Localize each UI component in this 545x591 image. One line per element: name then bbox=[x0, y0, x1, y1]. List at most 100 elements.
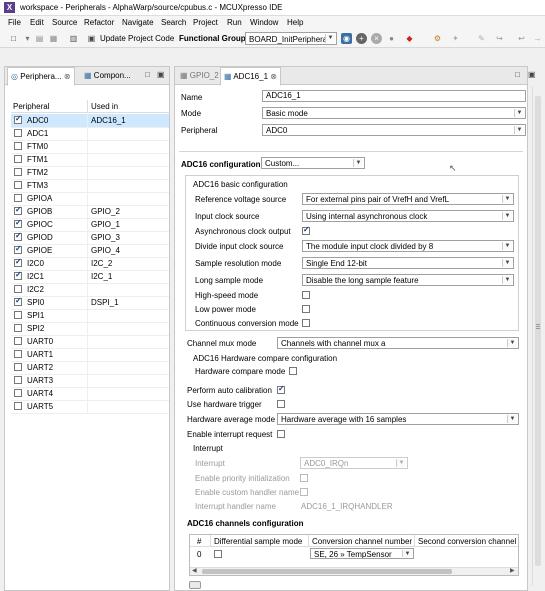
hw-trigger-checkbox[interactable] bbox=[277, 400, 285, 408]
col-conversion-channel[interactable]: Conversion channel number bbox=[312, 537, 412, 546]
table-row[interactable]: FTM2 bbox=[11, 166, 169, 180]
ref-voltage-select[interactable]: For external pins pair of VrefH and Vref… bbox=[302, 193, 514, 205]
conversion-channel-select[interactable]: SE, 26 » TempSensor ▼ bbox=[310, 548, 414, 559]
pencil-icon[interactable]: ✎ bbox=[476, 33, 487, 44]
save-icon[interactable]: ▤ bbox=[34, 33, 45, 44]
pin-icon[interactable]: ◉ bbox=[341, 33, 352, 44]
name-input[interactable]: ADC16_1 bbox=[262, 90, 526, 102]
irq-checkbox[interactable] bbox=[277, 430, 285, 438]
peripheral-checkbox[interactable] bbox=[14, 205, 22, 215]
table-row[interactable]: SPI1 bbox=[11, 309, 169, 323]
peripheral-checkbox[interactable] bbox=[14, 285, 22, 293]
menu-run[interactable]: Run bbox=[227, 18, 242, 27]
debug-icon[interactable]: ◆ bbox=[404, 33, 415, 44]
menu-help[interactable]: Help bbox=[287, 18, 303, 27]
peripheral-checkbox[interactable] bbox=[14, 389, 22, 397]
col-used-in[interactable]: Used in bbox=[91, 102, 118, 111]
scroll-left-icon[interactable]: ◀ bbox=[192, 567, 197, 574]
peripheral-checkbox[interactable] bbox=[14, 376, 22, 384]
table-row[interactable]: SPI0 DSPI_1 bbox=[11, 296, 169, 310]
table-row[interactable]: SPI2 bbox=[11, 322, 169, 336]
peripheral-checkbox[interactable] bbox=[14, 218, 22, 228]
tab-gpio[interactable]: ▦ GPIO_2 bbox=[177, 67, 222, 84]
peripheral-checkbox[interactable] bbox=[14, 114, 22, 124]
peripheral-select[interactable]: ADC0 ▼ bbox=[262, 124, 526, 136]
table-row[interactable]: FTM1 bbox=[11, 153, 169, 167]
async-clock-checkbox[interactable] bbox=[302, 225, 310, 235]
interrupt-select[interactable]: ADC0_IRQn ▼ bbox=[300, 457, 408, 469]
adc16-config-select[interactable]: Custom... ▼ bbox=[261, 157, 365, 169]
peripheral-checkbox[interactable] bbox=[14, 402, 22, 410]
peripheral-checkbox[interactable] bbox=[14, 231, 22, 241]
save-all-icon[interactable]: ▦ bbox=[48, 33, 59, 44]
col-differential[interactable]: Differential sample mode bbox=[214, 537, 302, 546]
forward-icon[interactable]: → bbox=[532, 33, 543, 44]
col-second-channel[interactable]: Second conversion channel n bbox=[418, 537, 517, 546]
table-row[interactable]: UART4 bbox=[11, 387, 169, 401]
peripheral-checkbox[interactable] bbox=[14, 129, 22, 137]
peripheral-checkbox[interactable] bbox=[14, 142, 22, 150]
scroll-right-icon[interactable]: ▶ bbox=[510, 567, 515, 574]
close-icon[interactable]: ⊗ bbox=[64, 72, 71, 81]
peripheral-checkbox[interactable] bbox=[14, 244, 22, 254]
hw-average-select[interactable]: Hardware average with 16 samples ▼ bbox=[277, 413, 519, 425]
horizontal-scrollbar[interactable]: ◀ ▶ bbox=[190, 567, 518, 575]
peripheral-checkbox[interactable] bbox=[14, 168, 22, 176]
update-project-code-button[interactable]: Update Project Code bbox=[100, 34, 174, 43]
table-row[interactable]: UART0 bbox=[11, 335, 169, 349]
table-row[interactable]: UART2 bbox=[11, 361, 169, 375]
table-row[interactable]: UART1 bbox=[11, 348, 169, 362]
minimize-icon[interactable]: □ bbox=[515, 70, 520, 79]
differential-checkbox[interactable] bbox=[214, 550, 222, 558]
tab-peripherals[interactable]: ◎ Periphera... ⊗ bbox=[7, 67, 75, 86]
peripheral-checkbox[interactable] bbox=[14, 311, 22, 319]
tools-icon[interactable]: ⚙ bbox=[432, 33, 443, 44]
high-speed-checkbox[interactable] bbox=[302, 291, 310, 299]
build-icon[interactable]: ▥ bbox=[68, 33, 79, 44]
back-icon[interactable]: ↩ bbox=[516, 33, 527, 44]
hw-compare-checkbox[interactable] bbox=[289, 367, 297, 375]
vertical-scrollbar[interactable] bbox=[532, 86, 543, 586]
update-code-icon[interactable]: ▣ bbox=[86, 33, 97, 44]
add-channel-button[interactable] bbox=[189, 581, 201, 589]
menu-project[interactable]: Project bbox=[193, 18, 218, 27]
priority-init-checkbox[interactable] bbox=[300, 474, 308, 482]
peripheral-checkbox[interactable] bbox=[14, 363, 22, 371]
table-row[interactable]: I2C1 I2C_1 bbox=[11, 270, 169, 284]
long-sample-select[interactable]: Disable the long sample feature ▼ bbox=[302, 274, 514, 286]
input-clock-select[interactable]: Using internal asynchronous clock ▼ bbox=[302, 210, 514, 222]
table-row[interactable]: GPIOC GPIO_1 bbox=[11, 218, 169, 232]
continuous-checkbox[interactable] bbox=[302, 319, 310, 327]
remove-icon[interactable]: × bbox=[371, 33, 382, 44]
close-icon[interactable]: ⊗ bbox=[270, 72, 277, 81]
table-row[interactable]: GPIOB GPIO_2 bbox=[11, 205, 169, 219]
tab-components[interactable]: ▦ Compon... bbox=[81, 67, 134, 84]
table-row[interactable]: FTM3 bbox=[11, 179, 169, 193]
peripheral-checkbox[interactable] bbox=[14, 194, 22, 202]
col-peripheral[interactable]: Peripheral bbox=[13, 102, 49, 111]
maximize-icon[interactable]: ▣ bbox=[157, 70, 165, 79]
peripheral-checkbox[interactable] bbox=[14, 337, 22, 345]
menu-navigate[interactable]: Navigate bbox=[122, 18, 154, 27]
table-row[interactable]: ADC0 ADC16_1 bbox=[11, 114, 169, 128]
table-row[interactable]: I2C2 bbox=[11, 283, 169, 297]
table-row[interactable]: GPIOD GPIO_3 bbox=[11, 231, 169, 245]
table-row[interactable]: FTM0 bbox=[11, 140, 169, 154]
table-row[interactable]: 0 SE, 26 » TempSensor ▼ bbox=[190, 548, 518, 560]
peripheral-checkbox[interactable] bbox=[14, 181, 22, 189]
tab-adc[interactable]: ▦ ADC16_1 ⊗ bbox=[220, 67, 281, 86]
col-index[interactable]: # bbox=[197, 537, 201, 546]
table-row[interactable]: UART5 bbox=[11, 400, 169, 414]
peripheral-checkbox[interactable] bbox=[14, 155, 22, 163]
peripheral-checkbox[interactable] bbox=[14, 270, 22, 280]
menu-file[interactable]: File bbox=[8, 18, 21, 27]
auto-cal-checkbox[interactable] bbox=[277, 384, 285, 394]
peripheral-checkbox[interactable] bbox=[14, 296, 22, 306]
table-row[interactable]: UART3 bbox=[11, 374, 169, 388]
table-row[interactable]: I2C0 I2C_2 bbox=[11, 257, 169, 271]
low-power-checkbox[interactable] bbox=[302, 305, 310, 313]
add-icon[interactable]: + bbox=[356, 33, 367, 44]
wand-icon[interactable]: ✦ bbox=[450, 33, 461, 44]
peripheral-checkbox[interactable] bbox=[14, 350, 22, 358]
custom-handler-checkbox[interactable] bbox=[300, 488, 308, 496]
